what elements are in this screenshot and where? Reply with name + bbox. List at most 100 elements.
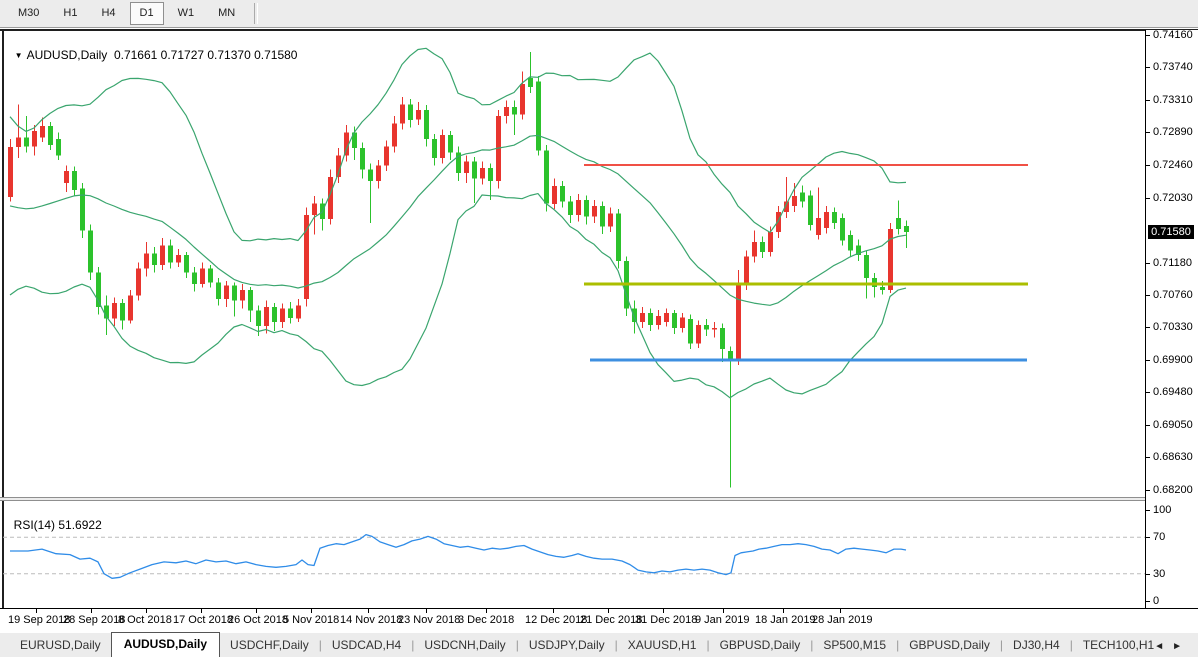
candle-bull [32, 131, 37, 146]
timeframe-button-h4[interactable]: H4 [91, 2, 125, 25]
candle-bear [232, 285, 237, 300]
chart-tab-bar: EURUSD,DailyAUDUSD,DailyUSDCHF,Daily|USD… [0, 632, 1198, 657]
candle-bear [616, 214, 621, 261]
candle-bull [384, 147, 389, 166]
rsi-axis-tick [1146, 537, 1150, 538]
tab-usdcnh-daily[interactable]: USDCNH,Daily [414, 635, 515, 657]
candlestick-series [8, 52, 909, 488]
price-axis-tick [1146, 457, 1150, 458]
candle-bull [776, 212, 781, 232]
tab-dj30-h4[interactable]: DJ30,H4 [1003, 635, 1070, 657]
bollinger-lower-band[interactable] [10, 194, 906, 398]
candle-bear [568, 201, 573, 215]
date-axis[interactable]: 19 Sep 201828 Sep 20188 Oct 201817 Oct 2… [0, 608, 1198, 632]
date-axis-tick [840, 609, 841, 613]
candle-bull [576, 200, 581, 215]
date-axis-label: 12 Dec 2018 [525, 614, 587, 626]
candle-bear [272, 307, 277, 322]
candle-bull [608, 214, 613, 227]
candle-bear [360, 148, 365, 169]
timeframe-button-h1[interactable]: H1 [53, 2, 87, 25]
date-axis-tick [36, 609, 37, 613]
price-axis-label: 0.71180 [1153, 257, 1192, 269]
candle-bear [760, 242, 765, 252]
candle-bear [472, 162, 477, 179]
date-axis-tick [368, 609, 369, 613]
price-axis[interactable]: 0.741600.737400.733100.728900.724600.720… [1145, 30, 1198, 608]
dropdown-triangle-icon: ▼ [15, 51, 23, 60]
candle-bull [752, 242, 757, 257]
candle-bull [656, 316, 661, 325]
candle-bear [72, 171, 77, 190]
candle-bull [480, 168, 485, 179]
tab-scroll-right-icon[interactable]: ► [1172, 641, 1190, 652]
rsi-indicator-value: 51.6922 [58, 518, 101, 532]
bollinger-upper-band[interactable] [10, 48, 906, 241]
candle-bear [848, 235, 853, 250]
tab-usdcad-h4[interactable]: USDCAD,H4 [322, 635, 411, 657]
tab-xauusd-h1[interactable]: XAUUSD,H1 [618, 635, 707, 657]
timeframe-button-w1[interactable]: W1 [168, 2, 205, 25]
tab-usdjpy-daily[interactable]: USDJPY,Daily [519, 635, 615, 657]
date-axis-tick [201, 609, 202, 613]
main-chart-pane[interactable] [3, 30, 1145, 497]
candle-bull [400, 105, 405, 124]
price-axis-tick [1146, 392, 1150, 393]
timeframe-button-d1[interactable]: D1 [130, 2, 164, 25]
candle-bear [168, 246, 173, 263]
timeframe-button-mn[interactable]: MN [208, 2, 245, 25]
rsi-axis-label: 0 [1153, 595, 1159, 607]
candle-bear [672, 313, 677, 328]
candle-bear [896, 218, 901, 229]
date-axis-tick [783, 609, 784, 613]
price-axis-label: 0.74160 [1153, 29, 1193, 41]
date-axis-tick [723, 609, 724, 613]
candle-bull [8, 147, 13, 197]
price-axis-label: 0.70330 [1153, 321, 1193, 333]
candle-bull [224, 285, 229, 299]
candle-bear [88, 230, 93, 272]
candle-bear [248, 290, 253, 311]
date-axis-label: 19 Sep 2018 [8, 614, 70, 626]
candle-bear [24, 137, 29, 146]
price-axis-label: 0.72890 [1153, 126, 1193, 138]
tab-scroll-left-icon[interactable]: ◄ [1154, 641, 1172, 652]
candle-bear [808, 195, 813, 225]
rsi-label: RSI(14) 51.6922 [7, 504, 102, 532]
candle-bull [392, 124, 397, 147]
tab-tech100-h1[interactable]: TECH100,H1 [1073, 635, 1164, 657]
candle-bear [488, 168, 493, 181]
tab-gbpusd-daily[interactable]: GBPUSD,Daily [899, 635, 1000, 657]
candle-bull [440, 135, 445, 158]
candle-wick [898, 201, 899, 235]
date-axis-tick [486, 609, 487, 613]
candle-bear [424, 110, 429, 139]
rsi-axis-label: 100 [1153, 504, 1171, 516]
timeframe-button-m30[interactable]: M30 [8, 2, 49, 25]
tab-eurusd-daily[interactable]: EURUSD,Daily [10, 635, 111, 657]
price-axis-label: 0.69900 [1153, 354, 1193, 366]
candle-bull [712, 328, 717, 330]
date-axis-label: 18 Jan 2019 [755, 614, 816, 626]
candle-bear [632, 308, 637, 322]
tab-audusd-daily[interactable]: AUDUSD,Daily [111, 632, 220, 657]
tab-sp500-m15[interactable]: SP500,M15 [813, 635, 896, 657]
candle-bull [112, 303, 117, 318]
rsi-indicator-name: RSI(14) [14, 518, 55, 532]
candle-bull [64, 171, 69, 183]
candle-bear [904, 226, 909, 232]
price-axis-tick [1146, 132, 1150, 133]
candle-bear [432, 139, 437, 158]
date-axis-label: 31 Dec 2018 [635, 614, 697, 626]
rsi-indicator-pane[interactable] [3, 501, 1145, 608]
chart-symbol-label: AUDUSD,Daily [27, 48, 108, 62]
candle-bear [528, 78, 533, 87]
candle-bull [136, 269, 141, 296]
candle-bull [552, 186, 557, 204]
candle-bull [696, 325, 701, 343]
candle-bear [864, 255, 869, 278]
tab-usdchf-daily[interactable]: USDCHF,Daily [220, 635, 319, 657]
candle-bear [368, 169, 373, 181]
tab-gbpusd-daily[interactable]: GBPUSD,Daily [710, 635, 811, 657]
price-axis-tick [1146, 100, 1150, 101]
